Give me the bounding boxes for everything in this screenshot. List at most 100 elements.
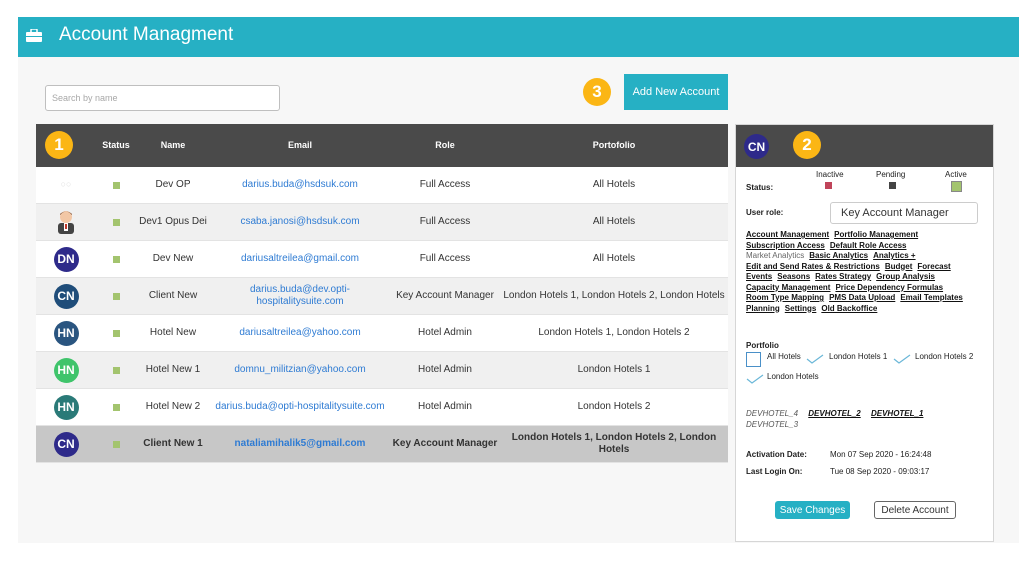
add-account-button[interactable]: Add New Account (624, 74, 728, 110)
step-badge-2: 2 (793, 131, 821, 159)
activation-label: Activation Date: (746, 450, 807, 459)
permission-link[interactable]: Analytics + (873, 251, 915, 260)
portfolio-option[interactable]: All Hotels (767, 352, 801, 361)
permission-link[interactable]: Subscription Access (746, 241, 825, 250)
column-status[interactable]: Status (96, 124, 136, 167)
portfolio-option[interactable]: London Hotels 2 (915, 352, 973, 361)
hotel-link[interactable]: DEVHOTEL_2 (808, 409, 860, 418)
permission-link[interactable]: Default Role Access (830, 241, 907, 250)
row-name: Client New 1 (143, 437, 203, 449)
permissions-list: Account Management Portfolio Management Su… (746, 230, 978, 314)
row-email[interactable]: darius.buda@dev.opti-hospitalitysuite.co… (210, 278, 390, 314)
permission-link[interactable]: Rates Strategy (815, 272, 871, 281)
portfolio-option[interactable]: London Hotels (767, 372, 819, 381)
avatar: HN (53, 320, 79, 346)
row-email[interactable]: domnu_militzian@yahoo.com (210, 352, 390, 388)
check-icon (893, 354, 911, 364)
status-active-label: Active (945, 170, 967, 179)
avatar: CN (744, 134, 769, 159)
person-avatar-icon (58, 211, 74, 234)
row-email[interactable]: csaba.janosi@hsdsuk.com (210, 204, 390, 240)
row-portfolio: London Hotels 1, London Hotels 2, London… (503, 289, 725, 301)
permission-link[interactable]: Room Type Mapping (746, 293, 824, 302)
row-email[interactable]: dariusaltreilea@gmail.com (210, 241, 390, 277)
all-hotels-checkbox[interactable] (746, 352, 761, 367)
table-row[interactable]: CN Client New 1 nataliamihalik5@gmail.com K… (36, 426, 728, 463)
permission-link[interactable]: Market Analytics (746, 251, 804, 260)
permission-link[interactable]: Events (746, 272, 772, 281)
row-name: Client New (148, 289, 198, 301)
column-name[interactable]: Name (136, 124, 210, 167)
last-login-value: Tue 08 Sep 2020 - 09:03:17 (830, 467, 930, 476)
row-role: Full Access (419, 252, 471, 264)
row-name: Hotel New 2 (145, 400, 201, 412)
column-email[interactable]: Email (210, 124, 390, 167)
status-indicator (112, 292, 120, 300)
briefcase-icon (26, 29, 42, 42)
permission-link[interactable]: Old Backoffice (821, 304, 877, 313)
permission-link[interactable]: Edit and Send Rates & Restrictions (746, 262, 880, 271)
row-name: Dev OP (155, 178, 191, 190)
permission-link[interactable]: Budget (885, 262, 913, 271)
table-row[interactable]: HN Hotel New 1 domnu_militzian@yahoo.com Ho… (36, 352, 728, 389)
permission-link[interactable]: PMS Data Upload (829, 293, 895, 302)
permission-link[interactable]: Settings (785, 304, 817, 313)
row-name: Dev New (152, 252, 194, 264)
status-indicator (112, 440, 120, 448)
row-portfolio: London Hotels 1 (577, 363, 651, 375)
table-header: Status Name Email Role Portofolio (36, 124, 728, 167)
delete-account-button[interactable]: Delete Account (874, 501, 956, 519)
avatar: CN (53, 431, 79, 457)
table-row[interactable]: HN Hotel New dariusaltreilea@yahoo.com Hote… (36, 315, 728, 352)
page-title: Account Managment (59, 24, 234, 45)
table-row[interactable]: HN Hotel New 2 darius.buda@opti-hospitalit… (36, 389, 728, 426)
column-portfolio[interactable]: Portofolio (500, 124, 728, 167)
row-email[interactable]: darius.buda@opti-hospitalitysuite.com (210, 389, 390, 425)
status-indicator (112, 255, 120, 263)
row-email[interactable]: dariusaltreilea@yahoo.com (210, 315, 390, 351)
permission-link[interactable]: Capacity Management (746, 283, 830, 292)
permission-link[interactable]: Portfolio Management (834, 230, 918, 239)
panel-header: CN (736, 125, 993, 167)
app-header: Account Managment (18, 17, 1019, 57)
row-role: Key Account Manager (392, 437, 498, 449)
step-badge-3: 3 (583, 78, 611, 106)
status-active-radio[interactable] (951, 181, 962, 192)
step-badge-1: 1 (45, 131, 73, 159)
table-row[interactable]: Dev1 Opus Dei csaba.janosi@hsdsuk.com Full… (36, 204, 728, 241)
avatar: CN (53, 283, 79, 309)
status-inactive-label: Inactive (816, 170, 844, 179)
save-changes-button[interactable]: Save Changes (775, 501, 850, 519)
status-indicator (112, 403, 120, 411)
permission-link[interactable]: Group Analysis (876, 272, 935, 281)
permission-link[interactable]: Account Management (746, 230, 829, 239)
portfolio-label: Portfolio (746, 341, 779, 350)
row-email[interactable]: darius.buda@hsdsuk.com (210, 167, 390, 203)
status-pending-radio[interactable] (889, 182, 896, 189)
permission-link[interactable]: Forecast (917, 262, 950, 271)
check-icon (746, 374, 764, 384)
user-role-select[interactable]: Key Account Manager (830, 202, 978, 224)
permission-link[interactable]: Basic Analytics (809, 251, 868, 260)
permission-link[interactable]: Price Dependency Formulas (835, 283, 943, 292)
row-email[interactable]: nataliamihalik5@gmail.com (210, 426, 390, 462)
table-row[interactable]: ○○ Dev OP darius.buda@hsdsuk.com Full Acces… (36, 167, 728, 204)
hotel-list: DEVHOTEL_4 DEVHOTEL_2 DEVHOTEL_1 DEVHOTE… (746, 408, 986, 430)
accounts-table: Status Name Email Role Portofolio ○○ Dev … (36, 124, 728, 463)
row-portfolio: London Hotels 2 (577, 400, 651, 412)
hotel-link[interactable]: DEVHOTEL_1 (871, 409, 923, 418)
hotel-item: DEVHOTEL_3 (746, 420, 799, 429)
column-role[interactable]: Role (390, 124, 500, 167)
permission-link[interactable]: Email Templates (900, 293, 963, 302)
last-login-label: Last Login On: (746, 467, 803, 476)
table-row[interactable]: CN Client New darius.buda@dev.opti-hospita… (36, 278, 728, 315)
user-role-label: User role: (746, 208, 784, 217)
table-row[interactable]: DN Dev New dariusaltreilea@gmail.com Full A… (36, 241, 728, 278)
permission-link[interactable]: Planning (746, 304, 780, 313)
row-portfolio: All Hotels (592, 252, 636, 264)
permission-link[interactable]: Seasons (777, 272, 810, 281)
search-input[interactable] (45, 85, 280, 111)
status-inactive-radio[interactable] (825, 182, 832, 189)
portfolio-option[interactable]: London Hotels 1 (829, 352, 887, 361)
row-portfolio: All Hotels (592, 178, 636, 190)
